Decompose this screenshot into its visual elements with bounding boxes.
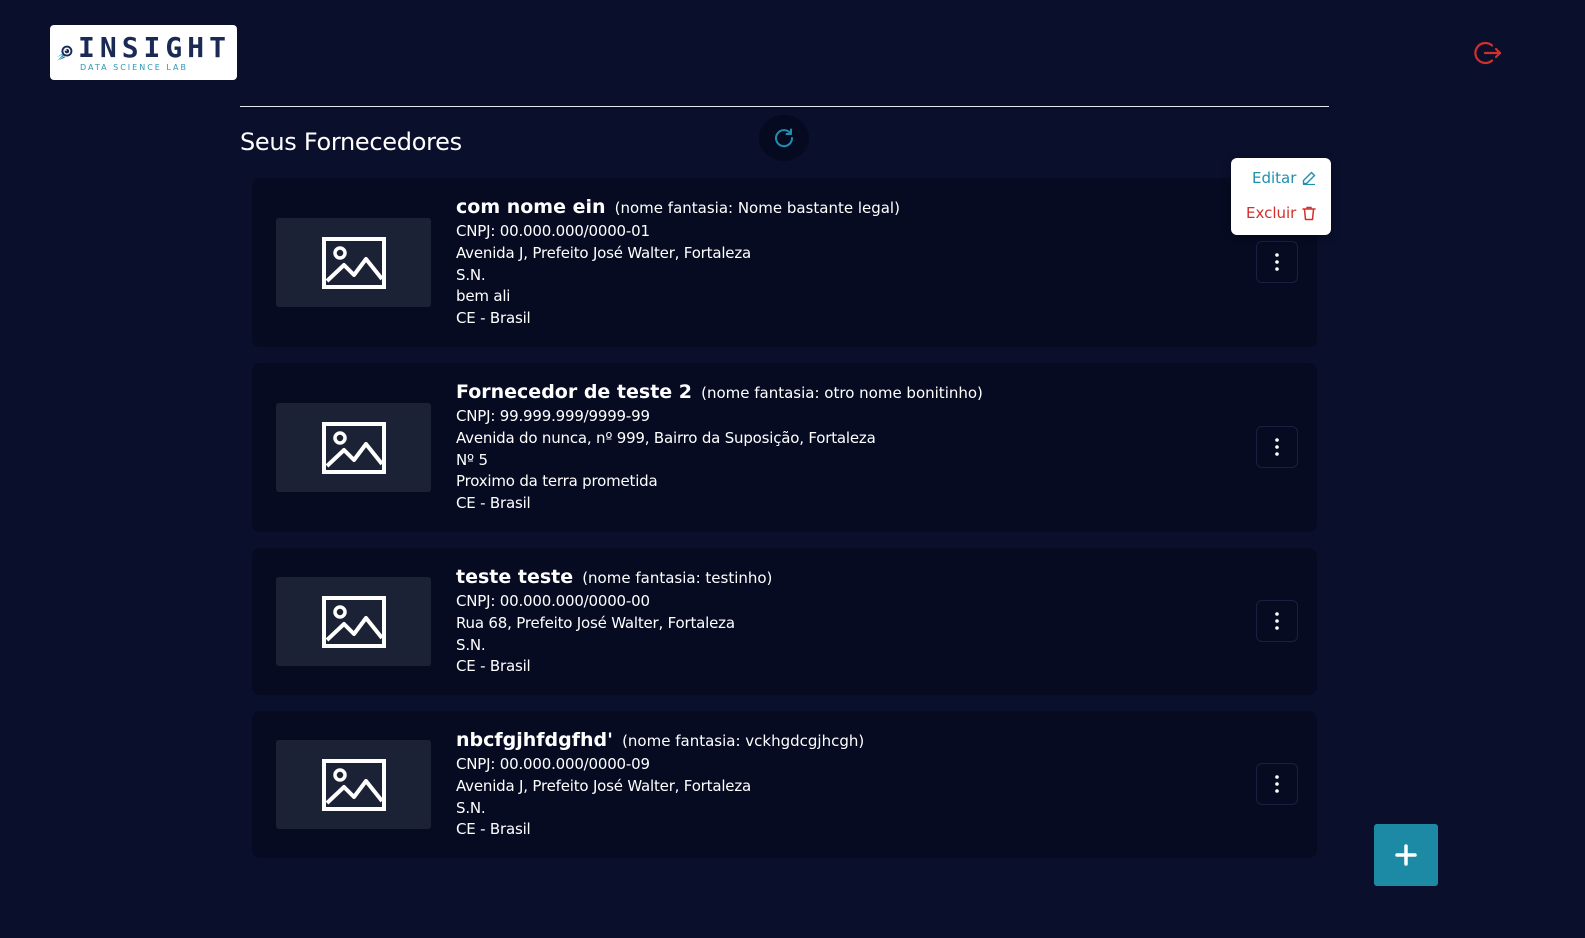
- refresh-button[interactable]: [759, 115, 809, 161]
- supplier-fantasy-name: (nome fantasia: testinho): [582, 569, 773, 587]
- supplier-card: teste teste (nome fantasia: testinho) CN…: [252, 548, 1317, 695]
- supplier-cnpj: CNPJ: 00.000.000/0000-01: [456, 222, 650, 240]
- logout-icon: [1474, 41, 1502, 65]
- supplier-menu-button[interactable]: [1256, 426, 1298, 468]
- supplier-state-country: CE - Brasil: [456, 657, 531, 676]
- image-placeholder-icon: [321, 758, 386, 811]
- supplier-menu-button[interactable]: [1256, 600, 1298, 642]
- supplier-name-line: Fornecedor de teste 2 (nome fantasia: ot…: [456, 379, 983, 406]
- kebab-menu-icon: [1275, 775, 1279, 793]
- supplier-fantasy-name: (nome fantasia: otro nome bonitinho): [701, 384, 983, 402]
- supplier-fantasy-name: (nome fantasia: Nome bastante legal): [614, 199, 900, 217]
- supplier-thumbnail: [276, 218, 431, 307]
- kebab-menu-icon: [1275, 253, 1279, 271]
- supplier-name: nbcfgjhfdgfhd': [456, 729, 613, 751]
- supplier-actions-dropdown: Editar Excluir: [1231, 158, 1331, 235]
- logo-subtitle: DATA SCIENCE LAB: [79, 62, 188, 72]
- rocket-logo-icon: [56, 45, 73, 61]
- supplier-complement: bem ali: [456, 287, 511, 306]
- refresh-icon: [775, 128, 794, 148]
- supplier-name: Fornecedor de teste 2: [456, 381, 693, 403]
- delete-label: Excluir: [1246, 204, 1297, 222]
- supplier-thumbnail: [276, 740, 431, 829]
- supplier-cnpj: CNPJ: 99.999.999/9999-99: [456, 407, 650, 425]
- supplier-menu-button[interactable]: [1256, 763, 1298, 805]
- kebab-menu-icon: [1275, 438, 1279, 456]
- supplier-state-country: CE - Brasil: [456, 820, 531, 839]
- supplier-card: Fornecedor de teste 2 (nome fantasia: ot…: [252, 363, 1317, 532]
- supplier-info: teste teste (nome fantasia: testinho) CN…: [456, 564, 772, 678]
- page: INSIGHT DATA SCIENCE LAB Seus Fornecedor…: [0, 0, 1585, 938]
- supplier-number: S.N.: [456, 798, 486, 817]
- image-placeholder-icon: [321, 421, 386, 474]
- supplier-name: com nome ein: [456, 196, 606, 218]
- supplier-thumbnail: [276, 577, 431, 666]
- supplier-address: Avenida do nunca, nº 999, Bairro da Supo…: [456, 428, 876, 447]
- header-divider: [240, 106, 1329, 107]
- supplier-name-line: nbcfgjhfdgfhd' (nome fantasia: vckhgdcgj…: [456, 727, 864, 754]
- supplier-cnpj: CNPJ: 00.000.000/0000-09: [456, 755, 650, 773]
- supplier-card: com nome ein (nome fantasia: Nome bastan…: [252, 178, 1317, 347]
- edit-menu-item[interactable]: Editar: [1252, 169, 1316, 187]
- supplier-number: Nº 5: [456, 450, 488, 469]
- plus-icon: [1395, 844, 1417, 866]
- pencil-icon: [1303, 171, 1316, 185]
- insight-logo[interactable]: INSIGHT DATA SCIENCE LAB: [50, 25, 237, 80]
- supplier-menu-button[interactable]: [1256, 241, 1298, 283]
- add-supplier-button[interactable]: [1374, 824, 1438, 886]
- supplier-info: nbcfgjhfdgfhd' (nome fantasia: vckhgdcgj…: [456, 727, 864, 841]
- kebab-menu-icon: [1275, 612, 1279, 630]
- supplier-address: Avenida J, Prefeito José Walter, Fortale…: [456, 243, 751, 262]
- supplier-address: Avenida J, Prefeito José Walter, Fortale…: [456, 776, 751, 795]
- supplier-state-country: CE - Brasil: [456, 494, 531, 513]
- image-placeholder-icon: [321, 595, 386, 648]
- trash-icon: [1302, 206, 1317, 220]
- supplier-card: nbcfgjhfdgfhd' (nome fantasia: vckhgdcgj…: [252, 711, 1317, 858]
- supplier-complement: Proximo da terra prometida: [456, 472, 658, 491]
- logo-text: INSIGHT DATA SCIENCE LAB: [77, 30, 231, 73]
- supplier-cnpj: CNPJ: 00.000.000/0000-00: [456, 592, 650, 610]
- supplier-name-line: com nome ein (nome fantasia: Nome bastan…: [456, 194, 900, 221]
- supplier-fantasy-name: (nome fantasia: vckhgdcgjhcgh): [622, 732, 865, 750]
- image-placeholder-icon: [321, 236, 386, 289]
- supplier-info: Fornecedor de teste 2 (nome fantasia: ot…: [456, 379, 983, 515]
- supplier-number: S.N.: [456, 265, 486, 284]
- supplier-info: com nome ein (nome fantasia: Nome bastan…: [456, 194, 900, 330]
- supplier-number: S.N.: [456, 635, 486, 654]
- supplier-name: teste teste: [456, 566, 574, 588]
- supplier-address: Rua 68, Prefeito José Walter, Fortaleza: [456, 613, 735, 632]
- edit-label: Editar: [1252, 169, 1297, 187]
- supplier-name-line: teste teste (nome fantasia: testinho): [456, 564, 772, 591]
- logout-button[interactable]: [1474, 39, 1502, 67]
- supplier-thumbnail: [276, 403, 431, 492]
- logo-word: INSIGHT: [77, 30, 231, 64]
- supplier-state-country: CE - Brasil: [456, 309, 531, 328]
- delete-menu-item[interactable]: Excluir: [1246, 204, 1317, 222]
- page-title: Seus Fornecedores: [240, 128, 462, 156]
